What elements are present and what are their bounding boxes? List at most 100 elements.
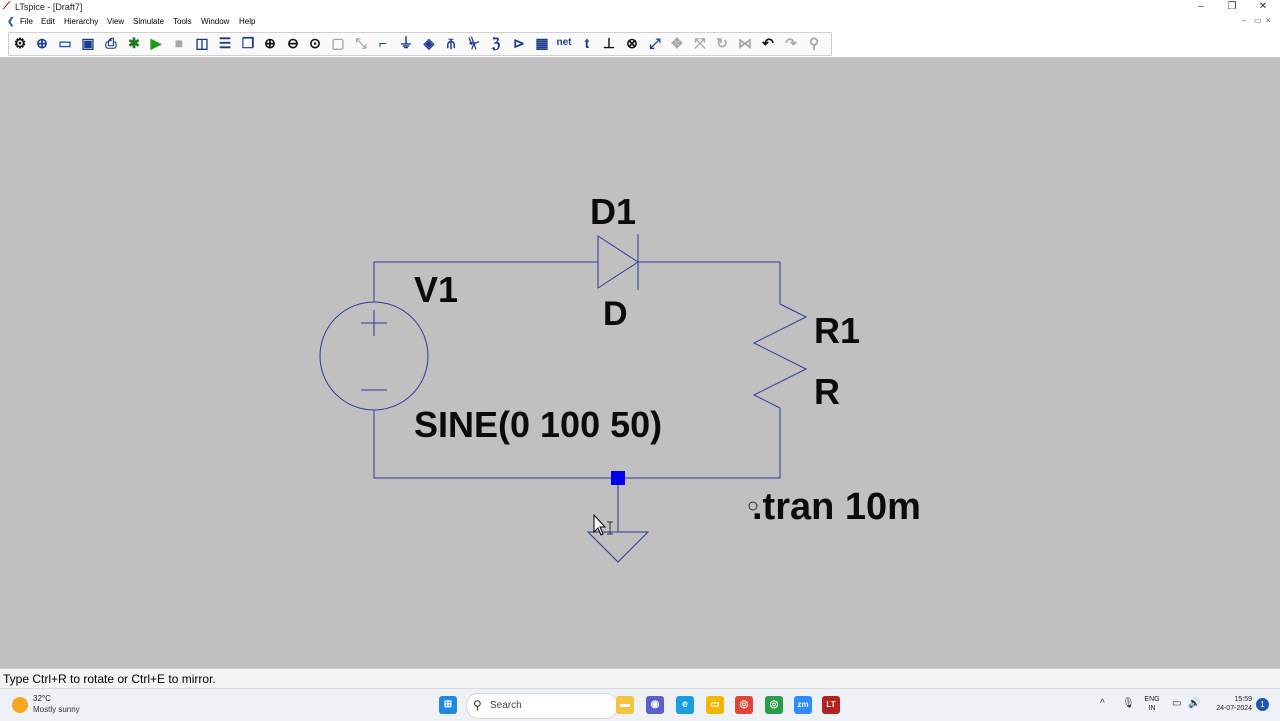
start-icon[interactable]: ⊞ [439,696,457,714]
source-value[interactable]: SINE(0 100 50) [414,407,662,443]
minimize-button[interactable]: – [1186,0,1216,14]
zoom-app-icon[interactable]: zm [794,696,812,714]
open-icon[interactable]: ▭ [55,33,75,53]
volume-icon[interactable]: 🔊 [1188,697,1200,711]
wire-top-right[interactable] [638,261,781,304]
wire-icon[interactable]: ⌐ [373,33,393,53]
source-reference[interactable]: V1 [414,272,458,308]
spice-directive[interactable]: .tran 10m [752,488,921,526]
search-icon: ⚲ [473,698,482,712]
mdi-minimize-button[interactable]: – [1242,16,1246,26]
resistor-reference[interactable]: R1 [814,313,860,349]
language-region: IN [1148,705,1156,712]
chat-app-icon[interactable]: ◉ [646,696,664,714]
inductor-icon[interactable]: ℨ [486,33,506,53]
resistor-icon[interactable]: ⫚ [441,33,461,53]
new-schematic-icon[interactable]: ⊕ [32,33,52,53]
search-placeholder: Search [490,700,522,711]
resistor-value[interactable]: R [814,374,840,410]
undo-icon[interactable]: ↶ [758,33,778,53]
diode-symbol[interactable] [597,234,639,290]
tile-vertical-icon[interactable]: ◫ [192,33,212,53]
notification-badge[interactable]: 1 [1256,698,1269,711]
status-bar: Type Ctrl+R to rotate or Ctrl+E to mirro… [0,668,1280,689]
folder-app-icon[interactable]: ▭ [706,696,724,714]
cascade-icon[interactable]: ❐ [238,33,258,53]
ground-symbol[interactable] [586,531,650,563]
run-icon[interactable]: ▶ [146,33,166,53]
menu-view[interactable]: View [107,17,124,27]
ltspice-logo-icon: ⟋ [3,1,10,12]
delete-icon[interactable]: ⊗ [622,33,642,53]
window-title: LTspice - [Draft7] [15,2,83,12]
selected-node-marker[interactable] [611,471,625,485]
halt-icon[interactable]: ■ [169,33,189,53]
capacitor-icon[interactable]: ⏧ [464,33,484,53]
menu-window[interactable]: Window [201,17,229,27]
spice-directive-icon[interactable]: ⊥ [599,33,619,53]
zoom-box-icon[interactable]: ▢ [328,33,348,53]
microphone-icon[interactable]: 🎙 [1122,697,1135,711]
resistor-symbol[interactable] [752,303,808,409]
save-icon[interactable]: ▣ [78,33,98,53]
duplicate-icon[interactable]: ⤢ [645,33,665,53]
voltage-source-symbol[interactable] [319,301,429,411]
title-bar: ⟋ LTspice - [Draft7] – ❐ ✕ [0,0,1280,14]
mdi-restore-button[interactable]: ▭ [1254,16,1262,26]
zoom-fit-icon[interactable]: ⊙ [305,33,325,53]
find-icon[interactable]: ⚲ [804,33,824,53]
ltspice-app-icon[interactable]: LT [822,696,840,714]
taskbar: 32°C Mostly sunny ⊞ ⚲ Search ▬ ◉ e ▭ ◎ ◎ zm LT … [0,688,1280,721]
menu-help[interactable]: Help [239,17,255,27]
zoom-in-icon[interactable]: ⊕ [260,33,280,53]
show-hidden-icons-icon[interactable]: ^ [1100,697,1105,711]
text-icon[interactable]: t [577,33,597,53]
menu-tools[interactable]: Tools [173,17,192,27]
diode-reference[interactable]: D1 [590,194,636,230]
drag-icon[interactable]: ⤧ [690,33,710,53]
mdi-close-button[interactable]: × [1266,16,1271,26]
menu-edit[interactable]: Edit [41,17,55,27]
diode-value[interactable]: D [603,297,628,331]
move-icon[interactable]: ✥ [667,33,687,53]
clock-time: 15:59 [1234,696,1252,703]
zoom-out-icon[interactable]: ⊖ [283,33,303,53]
rotate-icon[interactable]: ↻ [712,33,732,53]
clock-date: 24-07-2024 [1216,705,1252,712]
weather-sun-icon[interactable] [12,697,28,713]
redo-icon[interactable]: ↷ [781,33,801,53]
settings-icon[interactable]: ⚙ [10,33,30,53]
ground-icon[interactable]: ⏚ [396,33,416,53]
file-explorer-app-icon[interactable]: ▬ [616,696,634,714]
autorange-icon[interactable]: ⤡ [351,33,371,53]
taskbar-search-input[interactable]: ⚲ Search [466,693,618,719]
label-net-icon[interactable]: ◈ [419,33,439,53]
network-icon[interactable]: ▭ [1172,697,1181,711]
menu-file[interactable]: File [20,17,33,27]
wire-top-left[interactable] [373,261,598,302]
menu-bar: ❮ File Edit Hierarchy View Simulate Tool… [0,14,1280,29]
edge-app-icon[interactable]: e [676,696,694,714]
diode-icon[interactable]: ⊳ [509,33,529,53]
chrome-app-icon[interactable]: ◎ [735,696,753,714]
language-code: ENG [1144,696,1160,703]
language-indicator[interactable]: ENG IN [1142,695,1162,713]
tile-horizontal-icon[interactable]: ☰ [215,33,235,53]
component-icon[interactable]: ▦ [532,33,552,53]
weather-condition[interactable]: Mostly sunny [33,705,80,715]
menu-hierarchy[interactable]: Hierarchy [64,17,98,27]
net-label-icon[interactable]: net [554,33,574,53]
menu-simulate[interactable]: Simulate [133,17,164,27]
clock[interactable]: 15:59 24-07-2024 [1206,695,1252,713]
weather-temperature[interactable]: 32°C [33,694,51,704]
status-message: Type Ctrl+R to rotate or Ctrl+E to mirro… [3,672,216,686]
schematic-drawing [319,234,808,563]
control-panel-icon[interactable]: ✱ [124,33,144,53]
mirror-icon[interactable]: ⋈ [735,33,755,53]
back-arrow-icon[interactable]: ❮ [7,16,15,27]
print-icon[interactable]: ⎙ [101,33,121,53]
maximize-button[interactable]: ❐ [1217,0,1247,14]
close-button[interactable]: ✕ [1248,0,1278,14]
chrome-profile-app-icon[interactable]: ◎ [765,696,783,714]
schematic-canvas[interactable]: D1 D V1 SINE(0 100 50) R1 R .tran 10m [0,58,1280,668]
